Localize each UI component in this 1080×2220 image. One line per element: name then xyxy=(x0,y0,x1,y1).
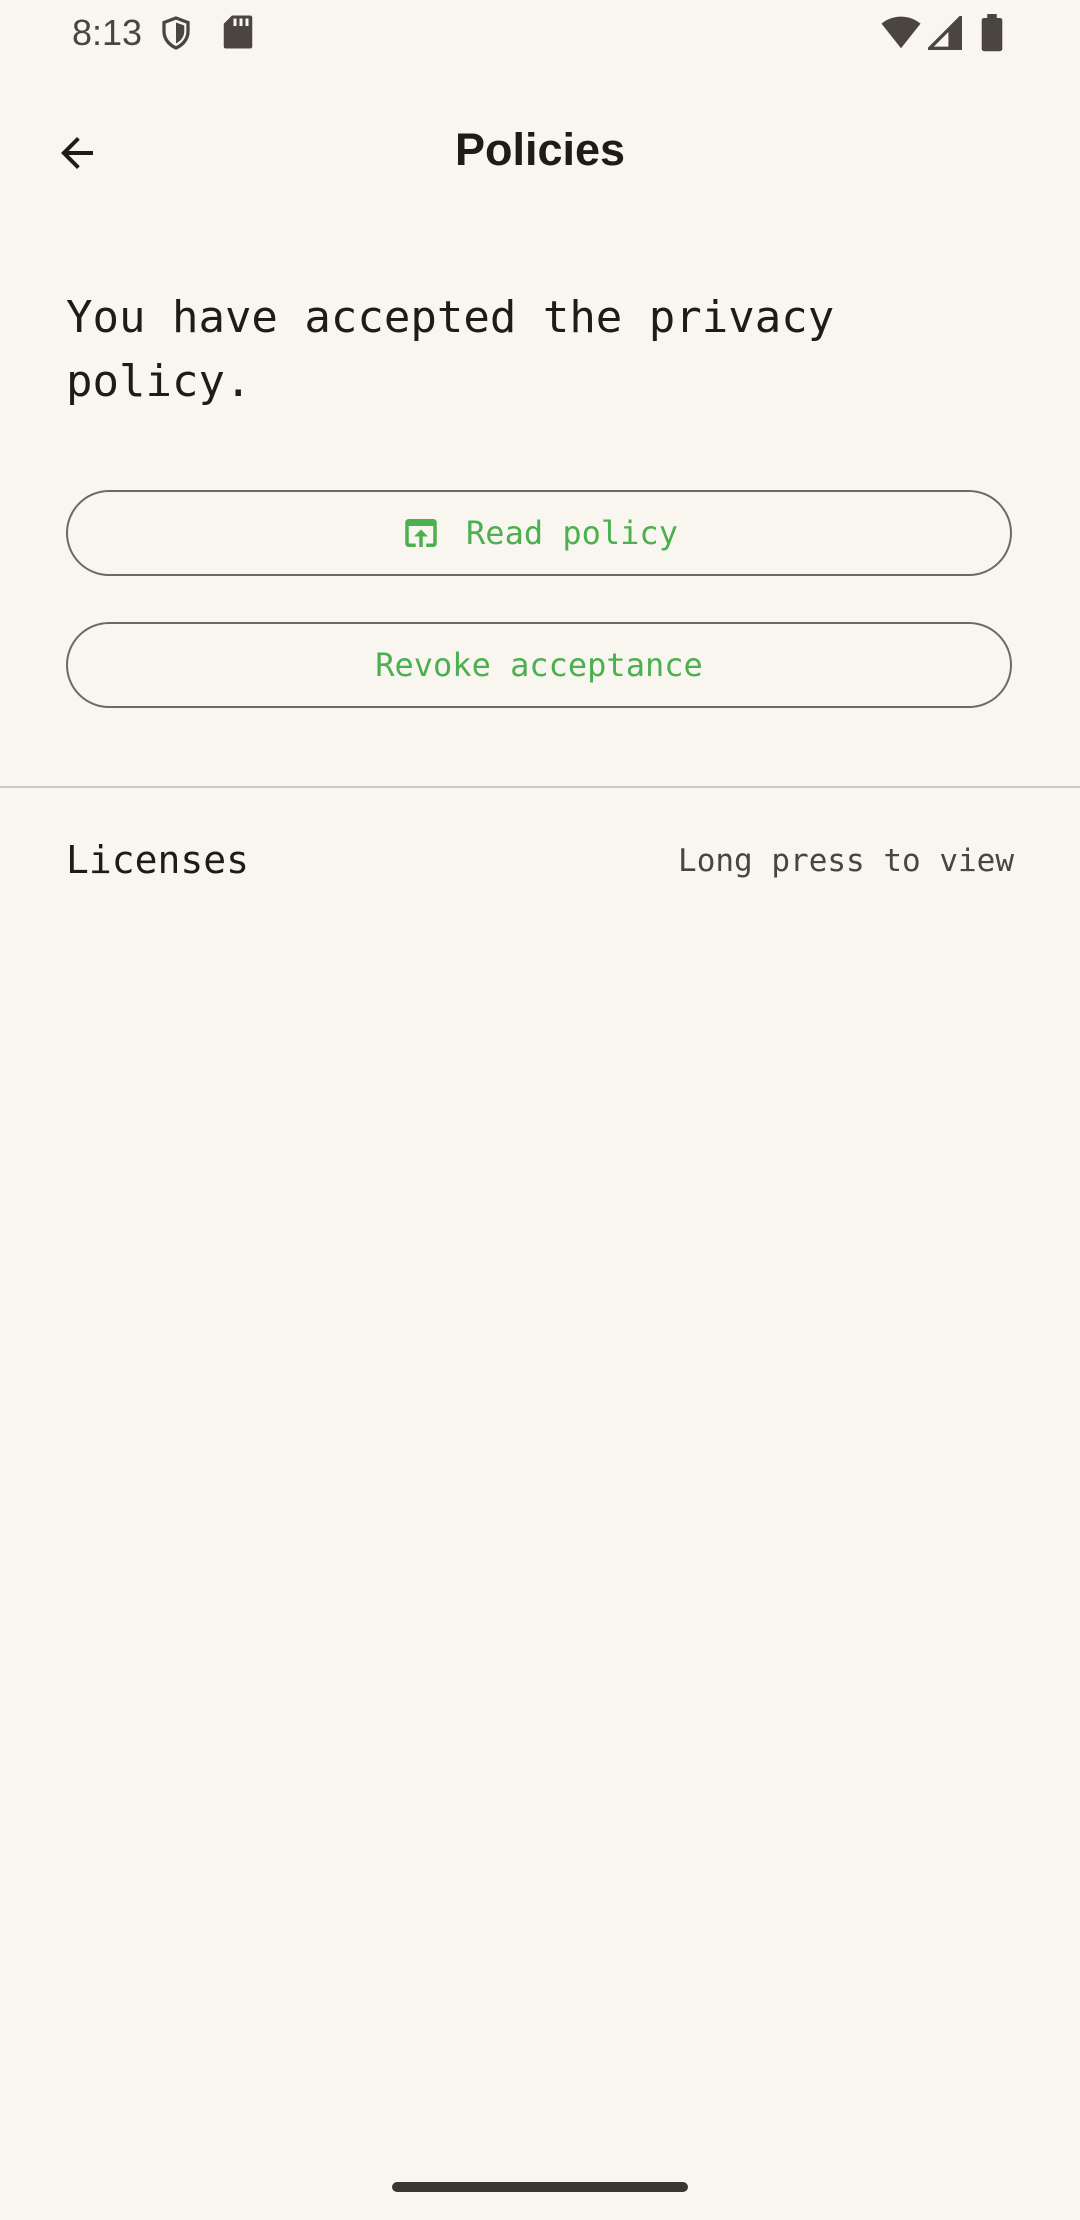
sd-card-icon xyxy=(223,15,253,49)
licenses-hint: Long press to view xyxy=(678,843,1014,879)
licenses-label: Licenses xyxy=(66,838,250,882)
licenses-row[interactable]: Licenses Long press to view xyxy=(0,800,1080,920)
open-in-browser-icon xyxy=(405,519,437,547)
acceptance-message: You have accepted the privacy policy. xyxy=(66,292,835,407)
app-bar: Policies xyxy=(0,66,1080,220)
revoke-acceptance-label: Revoke acceptance xyxy=(375,646,703,684)
cell-signal-icon xyxy=(928,16,962,50)
revoke-acceptance-button[interactable]: Revoke acceptance xyxy=(66,622,1012,708)
read-policy-button[interactable]: Read policy xyxy=(66,490,1012,576)
home-indicator[interactable] xyxy=(392,2182,688,2192)
page-title: Policies xyxy=(454,124,626,175)
shield-icon xyxy=(162,16,190,50)
battery-icon xyxy=(981,14,1003,52)
status-time: 8:13 xyxy=(72,12,143,53)
status-bar: 8:13 xyxy=(0,0,1080,66)
divider xyxy=(0,786,1080,788)
read-policy-label: Read policy xyxy=(466,514,678,552)
wifi-icon xyxy=(881,16,921,49)
